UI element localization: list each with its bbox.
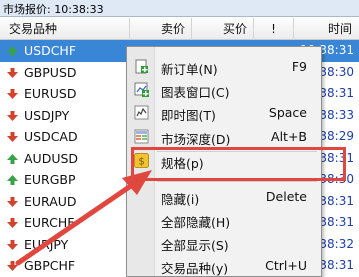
price-down-arrow-icon [7, 196, 18, 207]
menu-shortcut: Ctrl+U [265, 258, 307, 273]
symbol-cell: AUDUSD [24, 150, 79, 166]
window-title: 市场报价: 10:38:33 [3, 3, 104, 16]
market-depth-icon [134, 129, 149, 144]
column-ask[interactable]: 买价 [192, 18, 254, 40]
menu-label: 交易品种(y) [161, 261, 229, 276]
menu-label: 隐藏(i) [161, 192, 200, 207]
menu-label: 市场深度(D) [161, 132, 231, 147]
price-down-arrow-icon [7, 89, 18, 99]
symbol-cell: USDCAD [24, 129, 78, 144]
symbol-cell: EURUSD [24, 86, 77, 101]
column-spread[interactable]: ! [254, 18, 294, 40]
menu-item-chart-window[interactable]: 图表窗口(C) [127, 78, 321, 101]
menu-item-tick-chart[interactable]: 即时图(T) Space [127, 101, 321, 124]
column-bid[interactable]: 卖价 [130, 18, 192, 40]
menu-item-hide[interactable]: 隐藏(i) Delete [127, 185, 321, 208]
menu-shortcut: Delete [265, 189, 307, 204]
menu-item-hide-all[interactable]: 全部隐藏(H) [127, 208, 321, 231]
menu-item-new-order[interactable]: 新订单(N) F9 [127, 55, 321, 78]
menu-label: 新订单(N) [161, 62, 218, 77]
chart-window-icon [134, 82, 149, 97]
menu-label: 图表窗口(C) [161, 85, 230, 100]
price-down-arrow-icon [7, 261, 18, 271]
menu-shortcut: F9 [291, 59, 307, 74]
price-up-arrow-icon [7, 153, 18, 164]
column-header: 交易品种 卖价 买价 ! 时间 [0, 18, 359, 40]
price-up-arrow-icon [7, 46, 18, 56]
menu-item-symbols[interactable]: 交易品种(y) Ctrl+U [127, 254, 321, 277]
price-down-arrow-icon [7, 67, 18, 78]
symbol-cell: GBPUSD [24, 64, 77, 80]
column-symbol[interactable]: 交易品种 [0, 18, 130, 40]
price-down-arrow-icon [7, 218, 18, 228]
symbol-cell: USDJPY [24, 107, 70, 123]
highlight-box [131, 147, 346, 181]
window-title-bar: 市场报价: 10:38:33 [0, 0, 359, 17]
price-up-arrow-icon [7, 175, 18, 185]
symbol-cell: GBPCHF [24, 258, 76, 273]
tick-chart-icon [134, 105, 149, 120]
menu-label: 即时图(T) [161, 108, 216, 123]
menu-item-market-depth[interactable]: 市场深度(D) Alt+B [127, 125, 321, 148]
price-down-arrow-icon [7, 239, 18, 250]
menu-label: 全部显示(S) [161, 238, 229, 253]
menu-shortcut: Space [268, 105, 307, 120]
symbol-cell: USDCHF [24, 43, 77, 58]
price-down-arrow-icon [7, 110, 18, 121]
symbol-cell: EURCHF [24, 215, 75, 230]
menu-shortcut: Alt+B [271, 129, 307, 144]
symbol-cell: EURGBP [24, 172, 76, 187]
price-down-arrow-icon [7, 132, 18, 142]
menu-item-show-all[interactable]: 全部显示(S) [127, 231, 321, 254]
column-time[interactable]: 时间 [294, 18, 359, 40]
new-order-icon [135, 59, 148, 74]
menu-separator [157, 181, 317, 182]
symbol-cell: EURAUD [24, 193, 77, 209]
symbol-cell: EURJPY [24, 236, 69, 252]
menu-label: 全部隐藏(H) [161, 215, 231, 230]
